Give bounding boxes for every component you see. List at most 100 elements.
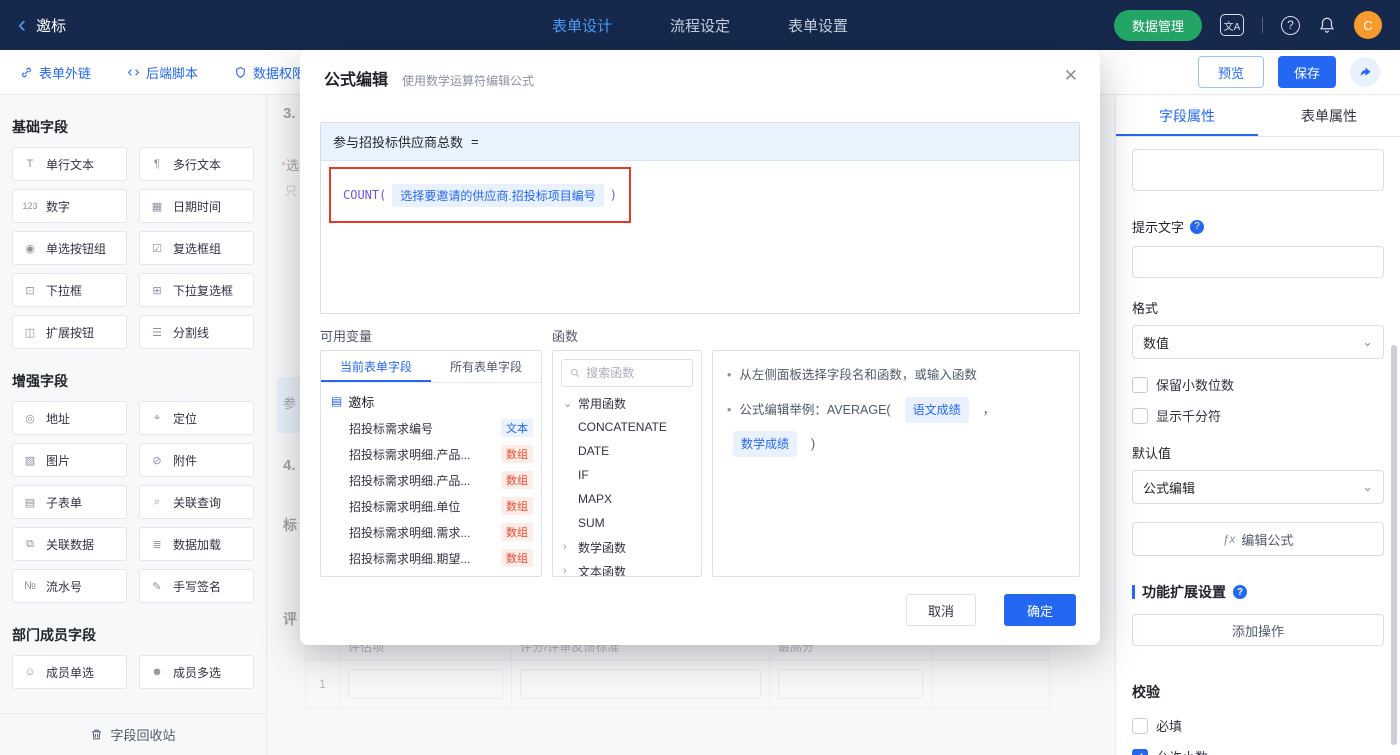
field-image[interactable]: ▧ 图片 — [12, 443, 127, 477]
close-icon[interactable]: ✕ — [1064, 66, 1078, 86]
hint-help-icon[interactable]: ? — [1190, 219, 1205, 234]
calendar-icon: ▦ — [151, 200, 163, 213]
checkbox-unchecked-icon[interactable] — [1132, 407, 1148, 424]
field-serial-number[interactable]: № 流水号 — [12, 569, 127, 603]
variable-item[interactable]: 招投标需求明细.期望... 数组 — [321, 545, 541, 571]
tab-form-setting[interactable]: 表单设置 — [788, 15, 848, 36]
data-manage-button[interactable]: 数据管理 — [1113, 9, 1202, 41]
help-icon[interactable]: ? — [1281, 15, 1300, 35]
function-item-date[interactable]: DATE — [553, 439, 701, 463]
form-doc-icon: ▤ — [331, 394, 343, 408]
hint-text-input[interactable] — [1132, 246, 1384, 278]
field-number[interactable]: 123 数字 — [12, 189, 127, 223]
recycle-bin-label: 字段回收站 — [110, 728, 176, 743]
checkbox-unchecked-icon[interactable] — [1132, 376, 1148, 393]
formula-function-open: COUNT( — [343, 188, 387, 202]
tab-field-properties[interactable]: 字段属性 — [1116, 95, 1258, 136]
field-location[interactable]: ⌖ 定位 — [139, 401, 254, 435]
avatar[interactable]: C — [1354, 11, 1382, 39]
function-group-common[interactable]: ⌄ 常用函数 — [553, 391, 701, 415]
back-icon[interactable]: ‹ — [18, 13, 26, 37]
preview-button[interactable]: 预览 — [1198, 56, 1264, 88]
save-button[interactable]: 保存 — [1278, 56, 1336, 88]
panel-scrollbar[interactable] — [1391, 345, 1397, 745]
function-item-sum[interactable]: SUM — [553, 511, 701, 535]
field-label: 子表单 — [46, 495, 83, 510]
example-field-chip: 数学成绩 — [733, 431, 798, 457]
cancel-button[interactable]: 取消 — [906, 594, 976, 626]
field-divider[interactable]: ☰ 分割线 — [139, 315, 254, 349]
field-member-multi[interactable]: ☻ 成员多选 — [139, 655, 254, 689]
field-radio-group[interactable]: ◉ 单选按钮组 — [12, 231, 127, 265]
field-label: 手写签名 — [173, 579, 222, 594]
field-dropdown-multi[interactable]: ⊞ 下拉复选框 — [139, 273, 254, 307]
field-extend-button[interactable]: ◫ 扩展按钮 — [12, 315, 127, 349]
formula-body[interactable]: COUNT( 选择要邀请的供应商.招投标项目编号 ) — [321, 161, 1079, 229]
field-label: 单行文本 — [46, 157, 95, 172]
function-group-text[interactable]: › 文本函数 — [553, 559, 701, 577]
field-member-single[interactable]: ☺ 成员单选 — [12, 655, 127, 689]
field-subform[interactable]: ▤ 子表单 — [12, 485, 127, 519]
allow-decimal-checkbox[interactable]: ✓ 允许小数 — [1132, 747, 1384, 755]
translate-icon[interactable]: 文A — [1220, 14, 1244, 36]
thousand-separator-checkbox[interactable]: 显示千分符 — [1132, 406, 1384, 425]
function-item-concatenate[interactable]: CONCATENATE — [553, 415, 701, 439]
tab-current-form-fields[interactable]: 当前表单字段 — [321, 351, 431, 382]
edit-formula-button[interactable]: ƒx 编辑公式 — [1132, 522, 1384, 556]
variables-root-node[interactable]: ▤ 邀标 — [321, 387, 541, 415]
field-label: 成员多选 — [173, 665, 222, 680]
field-label: 单选按钮组 — [46, 241, 107, 256]
variable-item[interactable]: 招投标需求明细.产品... 数组 — [321, 467, 541, 493]
field-label: 多行文本 — [173, 157, 222, 172]
keep-decimal-checkbox[interactable]: 保留小数位数 — [1132, 375, 1384, 394]
default-value-select[interactable]: 公式编辑 ⌄ — [1132, 470, 1384, 504]
variable-name: 招投标需求明细.单位 — [349, 499, 461, 514]
help-example-prefix: 公式编辑举例：AVERAGE( — [739, 403, 891, 417]
external-link-button[interactable]: 表单外链 — [20, 63, 91, 82]
tab-form-design[interactable]: 表单设计 — [552, 15, 612, 36]
checkbox-checked-icon[interactable]: ✓ — [1132, 748, 1148, 755]
tab-all-form-fields[interactable]: 所有表单字段 — [431, 351, 541, 382]
required-checkbox[interactable]: 必填 — [1132, 716, 1384, 735]
function-group-math[interactable]: › 数学函数 — [553, 535, 701, 559]
add-action-button[interactable]: 添加操作 — [1132, 614, 1384, 646]
radio-icon: ◉ — [25, 242, 35, 255]
backend-script-button[interactable]: 后端脚本 — [127, 63, 198, 82]
field-dropdown[interactable]: ⊡ 下拉框 — [12, 273, 127, 307]
function-item-if[interactable]: IF — [553, 463, 701, 487]
formula-field-chip[interactable]: 选择要邀请的供应商.招投标项目编号 — [392, 183, 604, 207]
image-icon: ▧ — [24, 454, 36, 467]
field-attachment[interactable]: ⊘ 附件 — [139, 443, 254, 477]
field-address[interactable]: ◎ 地址 — [12, 401, 127, 435]
data-permission-button[interactable]: 数据权限 — [234, 63, 305, 82]
bell-icon[interactable] — [1318, 16, 1336, 34]
formula-editor[interactable]: 参与招投标供应商总数 = COUNT( 选择要邀请的供应商.招投标项目编号 ) — [320, 122, 1080, 314]
field-datetime[interactable]: ▦ 日期时间 — [139, 189, 254, 223]
share-icon[interactable] — [1350, 57, 1380, 87]
field-title-input[interactable] — [1132, 149, 1384, 191]
field-linked-data[interactable]: ⧉ 关联数据 — [12, 527, 127, 561]
field-data-load[interactable]: ≣ 数据加载 — [139, 527, 254, 561]
field-single-line-text[interactable]: T 单行文本 — [12, 147, 127, 181]
field-linked-query[interactable]: ⌕ 关联查询 — [139, 485, 254, 519]
field-recycle-bin[interactable]: 字段回收站 — [0, 713, 266, 755]
function-search-input[interactable] — [586, 366, 684, 380]
tab-flow-setting[interactable]: 流程设定 — [670, 15, 730, 36]
confirm-button[interactable]: 确定 — [1004, 594, 1076, 626]
checkbox-unchecked-icon[interactable] — [1132, 717, 1148, 734]
variable-item[interactable]: 招投标需求编号 文本 — [321, 415, 541, 441]
help-panel: • 从左侧面板选择字段名和函数，或输入函数 • 公式编辑举例：AVERAGE( … — [712, 350, 1080, 577]
function-search[interactable] — [561, 359, 693, 387]
field-signature[interactable]: ✎ 手写签名 — [139, 569, 254, 603]
variable-item[interactable]: 招投标需求明细.需求... 数组 — [321, 519, 541, 545]
tab-form-properties[interactable]: 表单属性 — [1258, 95, 1400, 136]
member-multi-icon: ☻ — [151, 666, 163, 678]
function-item-mapx[interactable]: MAPX — [553, 487, 701, 511]
formula-edit-modal: 公式编辑 使用数学运算符编辑公式 ✕ 参与招投标供应商总数 = COUNT( 选… — [300, 50, 1100, 645]
variable-item[interactable]: 招投标需求明细.产品... 数组 — [321, 441, 541, 467]
extension-help-icon[interactable]: ? — [1233, 585, 1247, 599]
variable-item[interactable]: 招投标需求明细.单位 数组 — [321, 493, 541, 519]
field-checkbox-group[interactable]: ☑ 复选框组 — [139, 231, 254, 265]
format-select[interactable]: 数值 ⌄ — [1132, 325, 1384, 359]
field-multi-line-text[interactable]: ¶ 多行文本 — [139, 147, 254, 181]
